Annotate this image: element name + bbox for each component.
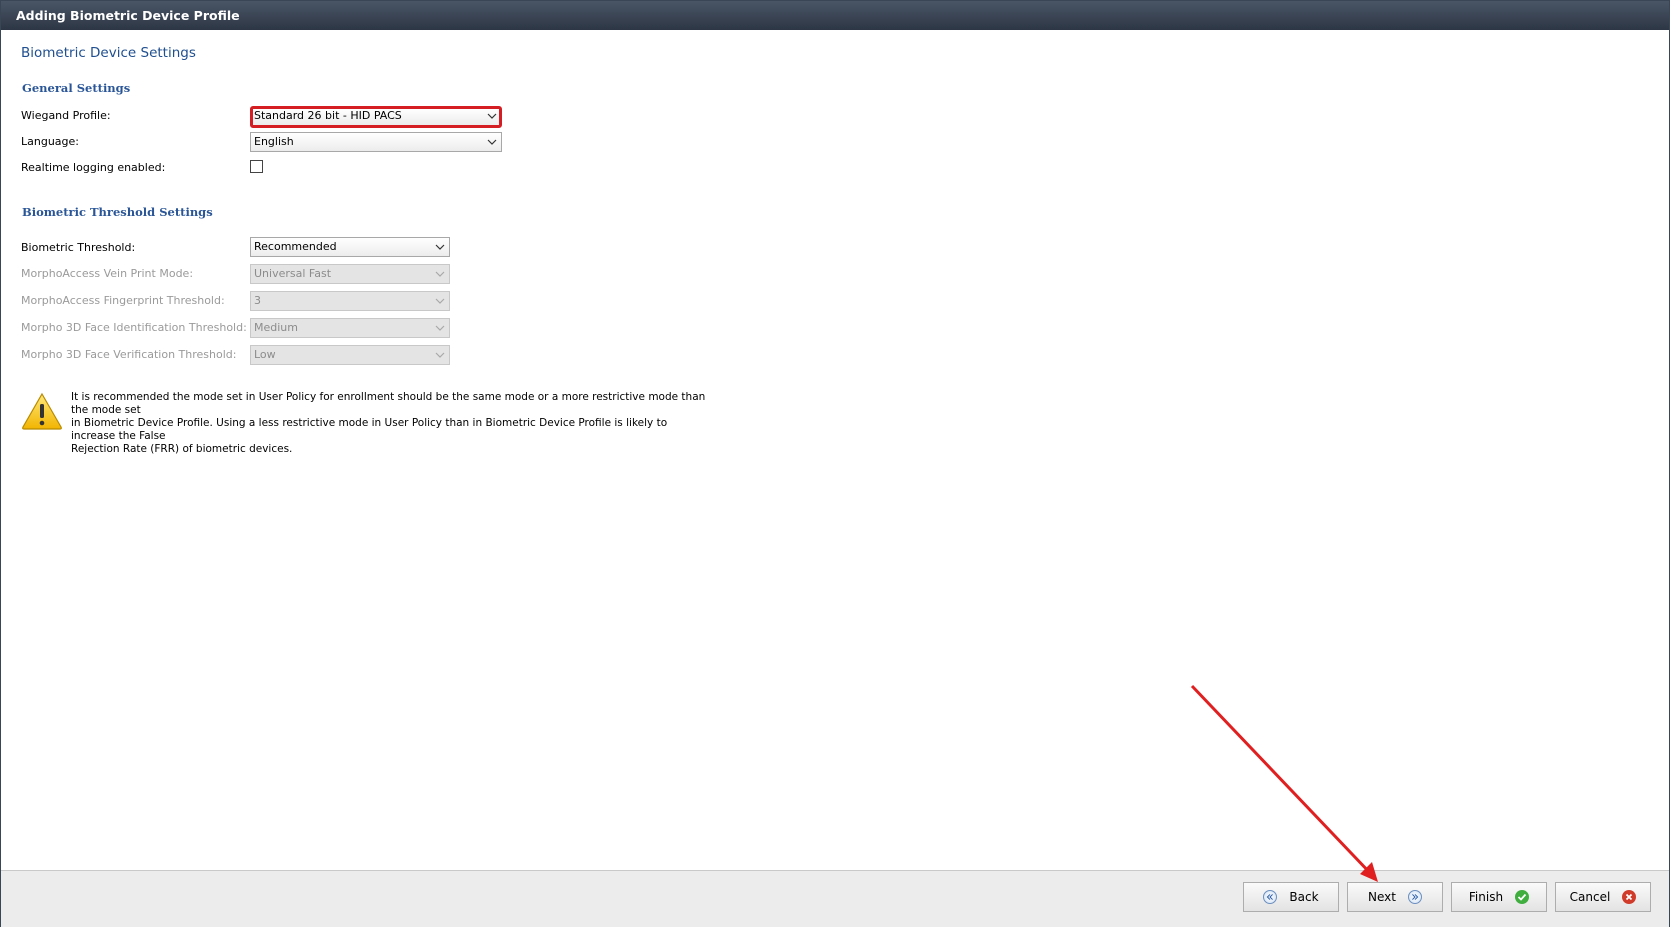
cancel-label: Cancel xyxy=(1569,890,1611,904)
cancel-button[interactable]: Cancel xyxy=(1555,882,1651,912)
chevron-down-icon xyxy=(435,325,445,331)
next-label: Next xyxy=(1368,890,1396,904)
threshold-settings-heading: Biometric Threshold Settings xyxy=(22,205,213,219)
wiegand-profile-label: Wiegand Profile: xyxy=(21,109,111,122)
warning-line-1: It is recommended the mode set in User P… xyxy=(71,391,706,416)
biometric-threshold-value: Recommended xyxy=(254,240,337,253)
dialog-content: Biometric Device Settings General Settin… xyxy=(1,30,1669,870)
chevron-down-icon xyxy=(435,271,445,277)
next-button[interactable]: Next xyxy=(1347,882,1443,912)
chevron-down-icon xyxy=(435,298,445,304)
general-settings-heading: General Settings xyxy=(22,81,131,95)
warning-line-2: in Biometric Device Profile. Using a les… xyxy=(71,417,668,442)
face-verification-threshold-value: Low xyxy=(254,348,276,361)
face-verification-threshold-label: Morpho 3D Face Verification Threshold: xyxy=(21,348,237,361)
back-arrow-icon xyxy=(1263,890,1278,904)
back-label: Back xyxy=(1289,890,1319,904)
vein-print-mode-value: Universal Fast xyxy=(254,267,332,280)
warning-line-3: Rejection Rate (FRR) of biometric device… xyxy=(71,443,293,455)
finish-button[interactable]: Finish xyxy=(1451,882,1547,912)
vein-print-mode-select: Universal Fast xyxy=(250,264,450,284)
face-identification-threshold-select: Medium xyxy=(250,318,450,338)
warning-message: It is recommended the mode set in User P… xyxy=(71,391,711,456)
warning-icon xyxy=(22,392,62,430)
check-icon xyxy=(1515,890,1530,904)
face-verification-threshold-select: Low xyxy=(250,345,450,365)
dialog-window: Adding Biometric Device Profile Biometri… xyxy=(0,0,1670,927)
realtime-logging-label: Realtime logging enabled: xyxy=(21,161,166,174)
fingerprint-threshold-value: 3 xyxy=(254,294,261,307)
biometric-threshold-label: Biometric Threshold: xyxy=(21,241,136,254)
wiegand-profile-value: Standard 26 bit - HID PACS xyxy=(254,109,402,122)
face-identification-threshold-label: Morpho 3D Face Identification Threshold: xyxy=(21,321,247,334)
fingerprint-threshold-label: MorphoAccess Fingerprint Threshold: xyxy=(21,294,225,307)
wiegand-profile-select[interactable]: Standard 26 bit - HID PACS xyxy=(250,106,502,128)
biometric-threshold-select[interactable]: Recommended xyxy=(250,237,450,257)
language-value: English xyxy=(254,135,294,148)
dialog-footer: Back Next Finish Cancel xyxy=(1,870,1669,927)
page-title: Biometric Device Settings xyxy=(21,45,196,61)
realtime-logging-checkbox[interactable] xyxy=(250,160,263,173)
next-arrow-icon xyxy=(1407,890,1422,904)
finish-label: Finish xyxy=(1468,890,1504,904)
chevron-down-icon xyxy=(435,352,445,358)
language-label: Language: xyxy=(21,135,79,148)
language-select[interactable]: English xyxy=(250,132,502,152)
fingerprint-threshold-select: 3 xyxy=(250,291,450,311)
face-identification-threshold-value: Medium xyxy=(254,321,298,334)
chevron-down-icon xyxy=(487,139,497,145)
vein-print-mode-label: MorphoAccess Vein Print Mode: xyxy=(21,267,194,280)
window-title: Adding Biometric Device Profile xyxy=(1,1,1669,30)
chevron-down-icon xyxy=(487,113,497,119)
close-icon xyxy=(1622,890,1637,904)
chevron-down-icon xyxy=(435,244,445,250)
back-button[interactable]: Back xyxy=(1243,882,1339,912)
